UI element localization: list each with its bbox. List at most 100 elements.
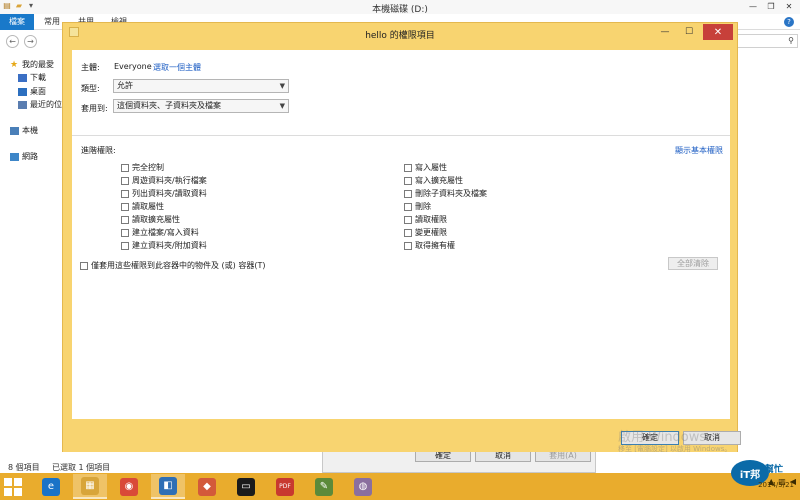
only-apply-label: 僅套用這些權限到此容器中的物件及 (或) 容器(T) (91, 261, 266, 270)
taskbar-item[interactable]: ✎ (307, 474, 341, 499)
desktop-icon (18, 87, 27, 96)
nav-item-label: 我的最愛 (22, 60, 54, 69)
selected-count: 已選取 1 個項目 (52, 463, 111, 472)
permission-label: 讀取權限 (415, 215, 447, 224)
dialog-title: hello 的權限項目 (365, 31, 435, 41)
permission-checkbox-row[interactable]: 取得擁有權 (404, 240, 455, 251)
explorer-window-controls: — ❐ ✕ (744, 0, 798, 13)
permission-label: 讀取屬性 (132, 202, 164, 211)
clear-all-button: 全部清除 (668, 257, 718, 270)
permission-checkbox[interactable] (404, 215, 412, 224)
permission-label: 建立檔案/寫入資料 (132, 228, 199, 237)
nav-item-desktop[interactable]: 桌面 (18, 86, 46, 97)
nav-item-network[interactable]: 網路 (10, 151, 38, 162)
tab-home[interactable]: 常用 (44, 14, 60, 30)
taskbar-item[interactable]: e (34, 474, 68, 499)
nav-item-label: 桌面 (30, 87, 46, 96)
permission-checkbox[interactable] (121, 228, 129, 237)
permission-checkbox-row[interactable]: 讀取屬性 (121, 201, 164, 212)
permission-checkbox-row[interactable]: 寫入屬性 (404, 162, 447, 173)
permission-checkbox[interactable] (121, 163, 129, 172)
minimize-icon[interactable]: — (744, 0, 762, 13)
taskbar-item[interactable]: ▭ (229, 474, 263, 499)
permission-label: 刪除 (415, 202, 431, 211)
permission-checkbox[interactable] (404, 176, 412, 185)
permission-checkbox-row[interactable]: 建立資料夾/附加資料 (121, 240, 207, 251)
permission-label: 寫入擴充屬性 (415, 176, 463, 185)
permission-label: 取得擁有權 (415, 241, 455, 250)
permission-checkbox-row[interactable]: 變更權限 (404, 227, 447, 238)
permission-checkbox-row[interactable]: 讀取擴充屬性 (121, 214, 180, 225)
file-explorer-icon: ▦ (81, 476, 99, 495)
explorer-titlebar: ▤ ▰ ▾ 本機磁碟 (D:) — ❐ ✕ (0, 0, 800, 15)
taskbar-date[interactable]: 2014/5/21 (758, 481, 794, 489)
divider (72, 135, 730, 136)
forward-icon[interactable]: → (24, 35, 37, 48)
permission-checkbox[interactable] (121, 189, 129, 198)
permission-checkbox[interactable] (404, 163, 412, 172)
show-basic-permissions-link[interactable]: 顯示基本權限 (675, 145, 723, 156)
dialog-close-button[interactable]: ✕ (703, 24, 733, 40)
permission-checkbox[interactable] (121, 202, 129, 211)
applies-to-select[interactable]: 這個資料夾、子資料夾及檔案 ▼ (113, 99, 289, 113)
search-input[interactable]: ⚲ (728, 34, 798, 48)
outlook-icon: ◧ (159, 476, 177, 495)
nav-item-downloads[interactable]: 下載 (18, 72, 46, 83)
search-icon: ⚲ (788, 36, 794, 45)
taskbar-item[interactable]: ◍ (346, 474, 380, 499)
taskbar-item[interactable]: PDF (268, 474, 302, 499)
permission-checkbox-row[interactable]: 建立檔案/寫入資料 (121, 227, 199, 238)
back-icon[interactable]: ← (6, 35, 19, 48)
restore-icon[interactable]: ❐ (762, 0, 780, 13)
only-apply-checkbox-row[interactable]: 僅套用這些權限到此容器中的物件及 (或) 容器(T) (80, 260, 265, 271)
nav-item-favorites[interactable]: ★ 我的最愛 (10, 59, 54, 70)
ithome-logo-text: 幫忙 (765, 465, 784, 475)
permission-checkbox[interactable] (404, 228, 412, 237)
permission-checkbox-row[interactable]: 刪除 (404, 201, 431, 212)
nav-item-recent[interactable]: 最近的位 (18, 99, 62, 110)
recent-places-icon (18, 100, 27, 109)
dialog-minimize-icon[interactable]: — (653, 24, 677, 40)
principal-label: 主體: (81, 63, 100, 72)
chevron-down-icon: ▼ (279, 82, 285, 90)
permission-checkbox-row[interactable]: 寫入擴充屬性 (404, 175, 463, 186)
select-principal-link[interactable]: 選取一個主體 (153, 62, 201, 73)
permission-checkbox-row[interactable]: 列出資料夾/讀取資料 (121, 188, 207, 199)
permission-label: 讀取擴充屬性 (132, 215, 180, 224)
taskbar-item[interactable]: ▦ (73, 474, 107, 499)
advanced-permissions-label: 進階權限: (81, 146, 116, 155)
permission-label: 完全控制 (132, 163, 164, 172)
type-label: 類型: (81, 84, 100, 93)
item-count: 8 個項目 (8, 463, 40, 472)
activation-watermark-title: 啟用 Windows (618, 430, 707, 445)
permission-checkbox[interactable] (404, 202, 412, 211)
windows-start-icon[interactable] (4, 478, 22, 496)
download-folder-icon (18, 73, 27, 82)
chrome-icon: ◉ (120, 477, 138, 496)
permission-checkbox-row[interactable]: 讀取權限 (404, 214, 447, 225)
help-icon[interactable]: ? (784, 17, 794, 27)
nav-item-label: 最近的位 (30, 100, 62, 109)
dialog-body: 主體: Everyone 選取一個主體 類型: 允許 ▼ 套用到: 這個資料夾、… (72, 50, 730, 444)
permission-checkbox-row[interactable]: 刪除子資料夾及檔案 (404, 188, 487, 199)
permission-checkbox-row[interactable]: 完全控制 (121, 162, 164, 173)
only-apply-checkbox[interactable] (80, 261, 88, 270)
taskbar-item[interactable]: ◆ (190, 474, 224, 499)
permission-checkbox[interactable] (121, 215, 129, 224)
paint-icon: ◍ (354, 477, 372, 496)
permission-checkbox[interactable] (121, 176, 129, 185)
permission-checkbox[interactable] (121, 241, 129, 250)
permission-checkbox[interactable] (404, 241, 412, 250)
activation-watermark-text: 移至 [電腦設定] 以啟用 Windows。 (618, 445, 732, 453)
status-bar: 8 個項目 已選取 1 個項目 (0, 460, 300, 473)
nav-item-label: 網路 (22, 152, 38, 161)
tab-file[interactable]: 檔案 (0, 14, 34, 30)
permission-checkbox[interactable] (404, 189, 412, 198)
dialog-maximize-icon[interactable]: ☐ (677, 24, 701, 40)
taskbar-item[interactable]: ◉ (112, 474, 146, 499)
permission-checkbox-row[interactable]: 周遊資料夾/執行檔案 (121, 175, 207, 186)
type-select[interactable]: 允許 ▼ (113, 79, 289, 93)
nav-item-this-pc[interactable]: 本機 (10, 125, 38, 136)
taskbar-item[interactable]: ◧ (151, 474, 185, 499)
close-icon[interactable]: ✕ (780, 0, 798, 13)
